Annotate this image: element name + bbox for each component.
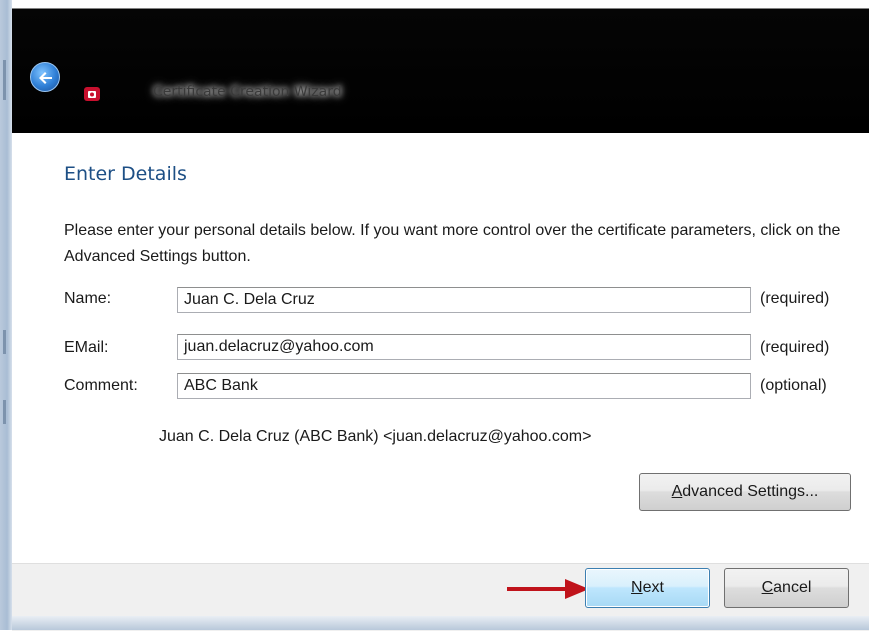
back-arrow-icon[interactable] [30,62,60,92]
identity-summary: Juan C. Dela Cruz (ABC Bank) <juan.delac… [159,428,592,445]
frame-mark [3,60,6,100]
advanced-settings-accel: A [671,483,683,500]
frame-mark [3,400,6,424]
frame-mark [3,330,6,354]
email-label: EMail: [64,339,109,356]
page-title: Enter Details [64,163,187,185]
pointer-arrow-icon [507,579,589,599]
name-label: Name: [64,290,112,307]
title-bar: Certificate Creation Wizard [12,0,869,133]
name-input[interactable]: Juan C. Dela Cruz [177,287,751,313]
comment-input[interactable]: ABC Bank [177,373,751,399]
advanced-settings-button[interactable]: Advanced Settings... [639,473,851,511]
window-frame-left [0,0,12,630]
next-label: ext [642,579,664,596]
comment-label: Comment: [64,377,138,394]
next-accel: N [631,579,643,596]
certificate-app-icon [83,85,101,103]
comment-hint: (optional) [760,377,827,394]
name-hint: (required) [760,290,830,307]
email-hint: (required) [760,339,830,356]
wizard-content: Enter Details Please enter your personal… [12,133,869,563]
next-button[interactable]: Next [585,568,710,608]
window-title: Certificate Creation Wizard [153,84,342,100]
advanced-settings-label: dvanced Settings... [682,483,819,500]
page-description: Please enter your personal details below… [64,222,841,265]
cancel-label: ancel [773,579,812,596]
email-input[interactable]: juan.delacruz@yahoo.com [177,334,751,360]
window-frame-bottom [12,616,869,630]
cancel-button[interactable]: Cancel [724,568,849,608]
cancel-accel: C [761,579,774,596]
